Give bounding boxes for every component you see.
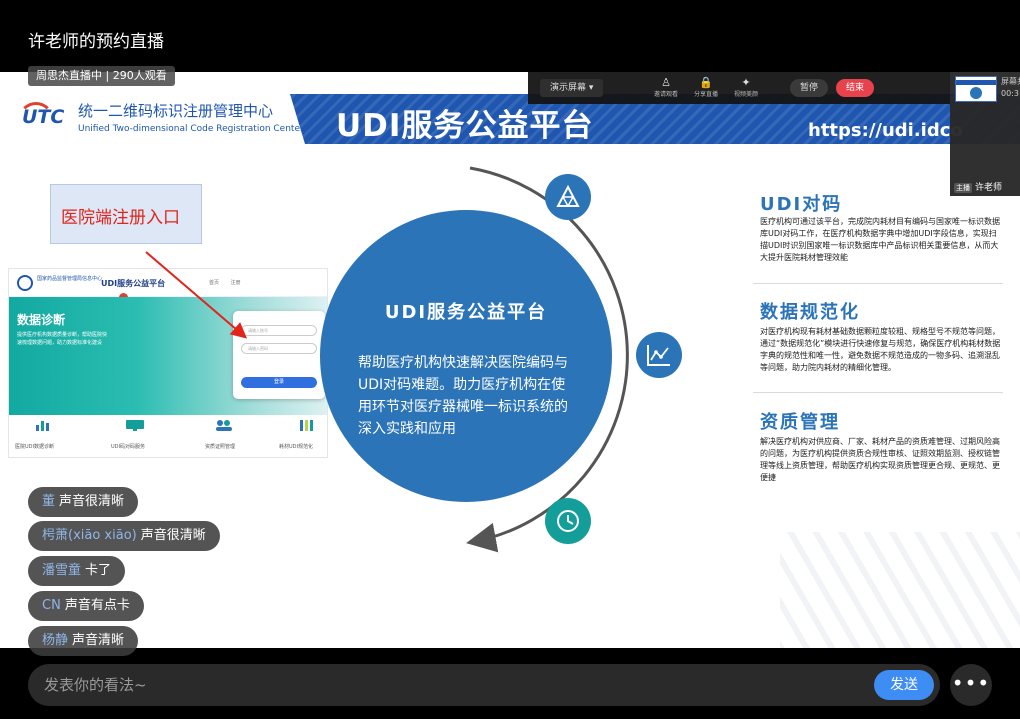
users-icon	[216, 420, 232, 431]
thumb-icon-label: 耗材UDI规范化	[279, 444, 313, 450]
node-qualification	[545, 498, 591, 544]
chat-comment: 董声音很清晰	[28, 487, 139, 517]
share-live-button[interactable]: 🔒 分享直播	[684, 76, 728, 98]
thumb-icon-label: 医院UDI数据诊断	[15, 444, 54, 450]
live-status-badge: 周思杰直播中 | 290人观看	[28, 66, 175, 86]
lock-icon: 🔒	[699, 76, 713, 89]
preview-name: 屏幕共	[1001, 77, 1020, 86]
host-label: 主播 许老师	[954, 180, 1002, 193]
background-pattern	[780, 532, 1020, 648]
beauty-button[interactable]: ✦ 视频美颜	[724, 76, 768, 98]
comment-user: 杨静	[42, 633, 69, 648]
end-button[interactable]: 结束	[836, 79, 874, 97]
thumb-feature-icons: 医院UDI数据诊断 UDI码对码服务 资质证照管理 耗材UDI规范化	[9, 415, 327, 457]
hospital-entry-callout: 医院端注册入口	[50, 184, 202, 244]
beauty-label: 视频美颜	[733, 91, 758, 98]
monitor-icon	[126, 420, 144, 431]
live-title: 许老师的预约直播	[28, 32, 164, 52]
divider	[753, 283, 1003, 284]
screen-preview-thumbnail[interactable]	[955, 76, 997, 102]
comment-text: 声音很清晰	[140, 528, 206, 543]
comment-user: CN	[42, 598, 61, 613]
top-bar: 许老师的预约直播	[0, 0, 1020, 72]
feature-title: 资质管理	[760, 412, 840, 433]
feature-title: UDI对码	[760, 194, 843, 215]
org-name-cn: 统一二维码标识注册管理中心	[78, 102, 274, 120]
chat-comment: CN 声音有点卡	[28, 591, 144, 621]
comment-text: 声音清晰	[72, 633, 125, 648]
org-name-en: Unified Two-dimensional Code Registratio…	[78, 124, 304, 134]
center-circle: UDI服务公益平台 帮助医疗机构快速解决医院编码与UDI对码难题。助力医疗机构在…	[320, 210, 612, 502]
comment-user: 枵萧(xiāo xiāo)	[42, 528, 137, 543]
chat-comment: 潘雪童 卡了	[28, 556, 126, 586]
comment-input[interactable]	[44, 664, 864, 706]
more-options-button[interactable]: •••	[950, 664, 992, 706]
comment-text: 声音很清晰	[59, 494, 125, 509]
thumb-login-button: 登录	[241, 377, 317, 388]
hospital-entry-label: 医院端注册入口	[61, 208, 180, 228]
thumb-logo-icon	[17, 275, 33, 291]
bottom-bar: 发送 •••	[0, 648, 1020, 719]
pointer-arrow-icon	[145, 251, 248, 339]
columns-icon	[300, 420, 313, 431]
org-logo-block: UTC 统一二维码标识注册管理中心 Unified Two-dimensiona…	[0, 94, 305, 144]
preview-time: 00:3	[1001, 89, 1019, 98]
pause-button[interactable]: 暂停	[790, 79, 828, 97]
center-description: 帮助医疗机构快速解决医院编码与UDI对码难题。助力医疗机构在使用环节对医疗器械唯…	[358, 355, 568, 437]
chat-comment: 枵萧(xiāo xiāo) 声音很清晰	[28, 521, 220, 551]
triangle-network-icon	[556, 185, 580, 207]
comment-text: 卡了	[85, 563, 112, 578]
send-button[interactable]: 发送	[874, 670, 934, 700]
sparkle-icon: ✦	[741, 76, 751, 89]
invite-button[interactable]: ♙ 邀请观看	[644, 76, 688, 98]
host-tag: 主播	[954, 183, 972, 193]
comment-user: 潘雪童	[42, 563, 82, 578]
thumb-icon-label: 资质证照管理	[205, 444, 236, 450]
shared-screen: UTC 统一二维码标识注册管理中心 Unified Two-dimensiona…	[0, 72, 1020, 648]
center-title: UDI服务公益平台	[384, 302, 548, 323]
comment-text: 声音有点卡	[64, 598, 130, 613]
feature-description: 对医疗机构现有耗材基础数据颗粒度较粗、规格型号不规范等问题，通过“数据规范化”模…	[760, 327, 1001, 372]
thumb-icon-label: UDI码对码服务	[111, 444, 145, 450]
feature-description: 医疗机构可通过该平台，完成院内耗材目有编码与国家唯一标识数据库UDI对码工作，在…	[760, 217, 1000, 262]
invite-label: 邀请观看	[653, 91, 678, 98]
feature-title: 数据规范化	[760, 302, 860, 323]
host-name: 许老师	[975, 183, 1003, 193]
logo-mark: UTC	[22, 106, 65, 128]
slide-url: https://udi.idco	[808, 120, 963, 141]
slide-title: UDI服务公益平台	[336, 108, 594, 144]
bar-chart-icon	[36, 421, 49, 431]
divider	[753, 392, 1003, 393]
share-live-label: 分享直播	[693, 91, 718, 98]
node-udi	[545, 174, 591, 220]
node-normalize	[636, 332, 682, 378]
preview-panel[interactable]: 屏幕共 00:3 主播许老师	[950, 72, 1020, 196]
chart-analytics-icon	[647, 345, 670, 366]
history-clock-icon	[557, 510, 579, 532]
screen-share-controls: 演示屏幕 ▾ ♙ 邀请观看 🔒 分享直播 ✦ 视频美颜 暂停 结束	[528, 72, 950, 104]
thumb-hero-title: 数据诊断	[17, 313, 66, 327]
share-screen-dropdown[interactable]: 演示屏幕 ▾	[540, 79, 604, 97]
comment-input-box: 发送	[28, 664, 940, 706]
chat-comment: 杨静 声音清晰	[28, 626, 139, 656]
thumb-hero-text: 提供医疗机构数据质量诊断，帮助医院快速梳理数据问题，助力数据标准化建设	[17, 332, 108, 346]
comment-user: 董	[42, 494, 56, 509]
thumb-org: 国家药品监督管理局信息中心	[37, 276, 103, 282]
feature-description: 解决医疗机构对供应商、厂家、耗材产品的资质难管理、过期风险高的问题，为医疗机构提…	[760, 437, 1000, 482]
user-icon: ♙	[661, 76, 671, 89]
